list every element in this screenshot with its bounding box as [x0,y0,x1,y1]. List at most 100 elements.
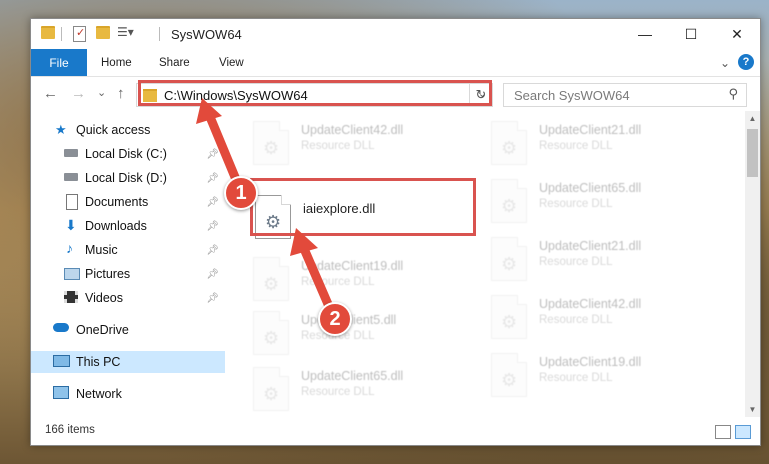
status-bar: 166 items [31,417,760,445]
file-highlight [250,178,476,236]
search-box[interactable]: ⚲ [503,83,747,107]
pin-icon[interactable]: 📌︎ [206,293,219,304]
sidebar-item-network[interactable]: Network [31,383,225,405]
file-tile[interactable]: ⚙ UpdateClient5.dll Resource DLL [253,311,473,361]
file-name: UpdateClient19.dll [539,355,642,369]
file-name: UpdateClient65.dll [301,369,404,383]
window-title: SysWOW64 [171,27,242,42]
file-name: UpdateClient21.dll [539,239,642,253]
search-icon[interactable]: ⚲ [728,86,738,102]
close-button[interactable]: ✕ [714,19,760,49]
sidebar-item-pictures[interactable]: Pictures 📌︎ [31,263,225,285]
file-type: Resource DLL [539,198,613,210]
file-type: Resource DLL [301,140,375,152]
scrollbar-thumb[interactable] [747,129,758,177]
sidebar-item-label: Music [85,243,118,257]
file-tile[interactable]: ⚙ UpdateClient19.dll Resource DLL [491,353,711,403]
videos-icon [64,291,78,303]
forward-button[interactable]: → [71,85,86,102]
gear-icon: ⚙ [263,384,280,404]
up-button[interactable]: ↑ [117,85,125,102]
file-name: UpdateClient21.dll [539,123,642,137]
sidebar-item-label: OneDrive [76,323,129,337]
large-icons-view-icon[interactable] [735,425,751,439]
navigation-pane: ★ Quick access Local Disk (C:) 📌︎ Local … [31,111,227,417]
customize-toolbar-icon[interactable]: ☰▾ [117,25,134,41]
sidebar-item-label: Pictures [85,267,131,281]
file-name: UpdateClient42.dll [539,297,642,311]
tab-file[interactable]: File [31,49,87,76]
documents-icon [66,194,78,210]
maximize-button[interactable]: ☐ [668,19,714,49]
minimize-button[interactable]: — [622,19,668,49]
file-tile[interactable]: ⚙ UpdateClient65.dll Resource DLL [253,367,473,417]
gear-icon: ⚙ [501,312,518,332]
pin-icon[interactable]: 📌︎ [206,173,219,184]
file-name: UpdateClient19.dll [301,259,404,273]
file-tile[interactable]: ⚙ UpdateClient21.dll Resource DLL [491,121,711,171]
file-type: Resource DLL [301,386,375,398]
sidebar-item-label: Documents [85,195,149,209]
pin-icon[interactable]: 📌︎ [206,245,219,256]
sidebar-item-quick-access[interactable]: ★ Quick access [31,119,225,141]
search-input[interactable] [512,87,716,104]
file-tile[interactable]: ⚙ UpdateClient65.dll Resource DLL [491,179,711,229]
drive-icon [64,149,78,157]
sidebar-item-label: Quick access [76,123,151,137]
scroll-down-icon[interactable]: ▼ [745,402,760,417]
pin-icon[interactable]: 📌︎ [206,149,219,160]
sidebar-item-label: Videos [85,291,123,305]
pin-icon[interactable]: 📌︎ [206,197,219,208]
sidebar-item-videos[interactable]: Videos 📌︎ [31,287,225,309]
tab-share[interactable]: Share [159,49,190,76]
address-bar-highlight [138,80,492,106]
help-icon[interactable]: ? [738,54,754,70]
file-tile[interactable]: ⚙ UpdateClient19.dll Resource DLL [253,257,473,307]
sidebar-item-downloads[interactable]: ⬇ Downloads 📌︎ [31,215,225,237]
file-tile[interactable]: ⚙ UpdateClient21.dll Resource DLL [491,237,711,287]
pin-icon[interactable]: 📌︎ [206,221,219,232]
sidebar-item-local-disk-c[interactable]: Local Disk (C:) 📌︎ [31,143,225,165]
file-type: Resource DLL [539,372,613,384]
file-type: Resource DLL [301,276,375,288]
vertical-scrollbar[interactable]: ▲ ▼ [745,111,760,417]
cloud-icon [53,323,69,332]
file-type: Resource DLL [539,140,613,152]
sidebar-item-label: Local Disk (D:) [85,171,167,185]
gear-icon: ⚙ [263,138,280,158]
file-list: ⚙ UpdateClient42.dll Resource DLL ⚙ iaie… [231,111,745,417]
tab-view[interactable]: View [219,49,244,76]
step-badge-2: 2 [318,302,352,336]
gear-icon: ⚙ [263,328,280,348]
pin-icon[interactable]: 📌︎ [206,269,219,280]
file-name: UpdateClient65.dll [539,181,642,195]
sidebar-item-label: Network [76,387,122,401]
sidebar-item-this-pc[interactable]: This PC [31,351,225,373]
sidebar-item-documents[interactable]: Documents 📌︎ [31,191,225,213]
pictures-icon [64,268,80,280]
new-folder-icon[interactable] [96,26,110,39]
drive-icon [64,173,78,181]
sidebar-item-label: Downloads [85,219,147,233]
sidebar-item-onedrive[interactable]: OneDrive [31,319,225,341]
tab-home[interactable]: Home [101,49,132,76]
file-tile[interactable]: ⚙ UpdateClient42.dll Resource DLL [253,121,473,171]
scroll-up-icon[interactable]: ▲ [745,111,760,126]
gear-icon: ⚙ [501,370,518,390]
details-view-icon[interactable] [715,425,731,439]
star-icon: ★ [55,122,67,137]
properties-icon[interactable] [73,26,86,42]
title-bar: ☰▾ SysWOW64 — ☐ ✕ [31,19,760,49]
file-type: Resource DLL [539,314,613,326]
toolbar-divider [159,27,160,41]
gear-icon: ⚙ [501,138,518,158]
back-button[interactable]: ← [43,85,58,102]
step-badge-1: 1 [224,176,258,210]
sidebar-item-music[interactable]: ♪ Music 📌︎ [31,239,225,261]
sidebar-item-local-disk-d[interactable]: Local Disk (D:) 📌︎ [31,167,225,189]
recent-locations-button[interactable]: ⌄ [97,86,106,99]
toolbar-divider [61,27,62,41]
file-tile[interactable]: ⚙ UpdateClient42.dll Resource DLL [491,295,711,345]
chevron-down-icon[interactable]: ⌄ [720,56,730,70]
gear-icon: ⚙ [501,254,518,274]
